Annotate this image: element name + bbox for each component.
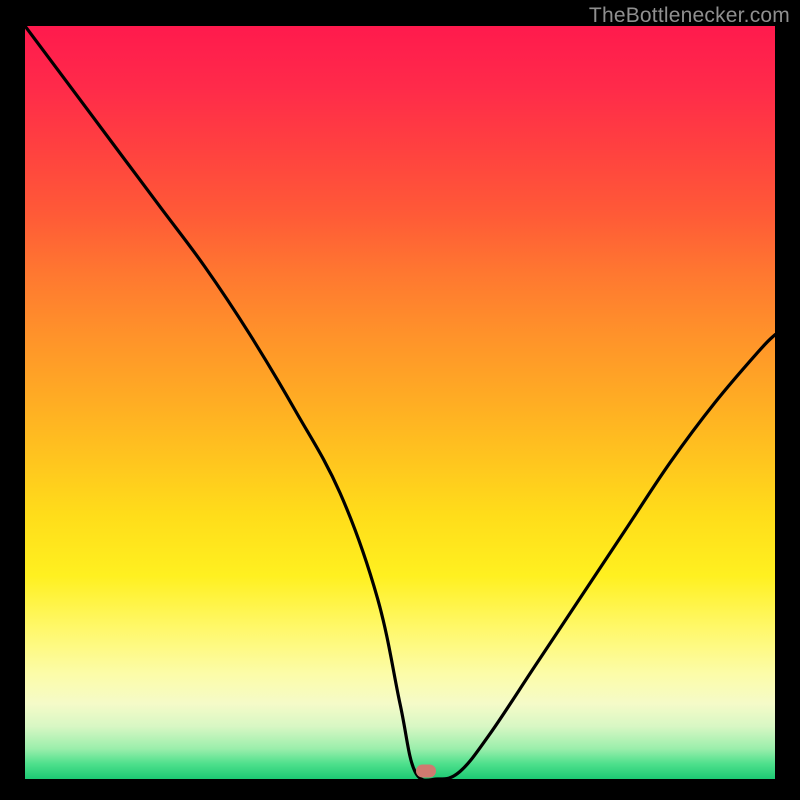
attribution-text: TheBottlenecker.com [589,4,790,28]
optimal-marker [416,765,436,778]
chart-frame: TheBottlenecker.com [0,0,800,800]
bottleneck-curve [25,26,775,779]
plot-area [25,26,775,779]
